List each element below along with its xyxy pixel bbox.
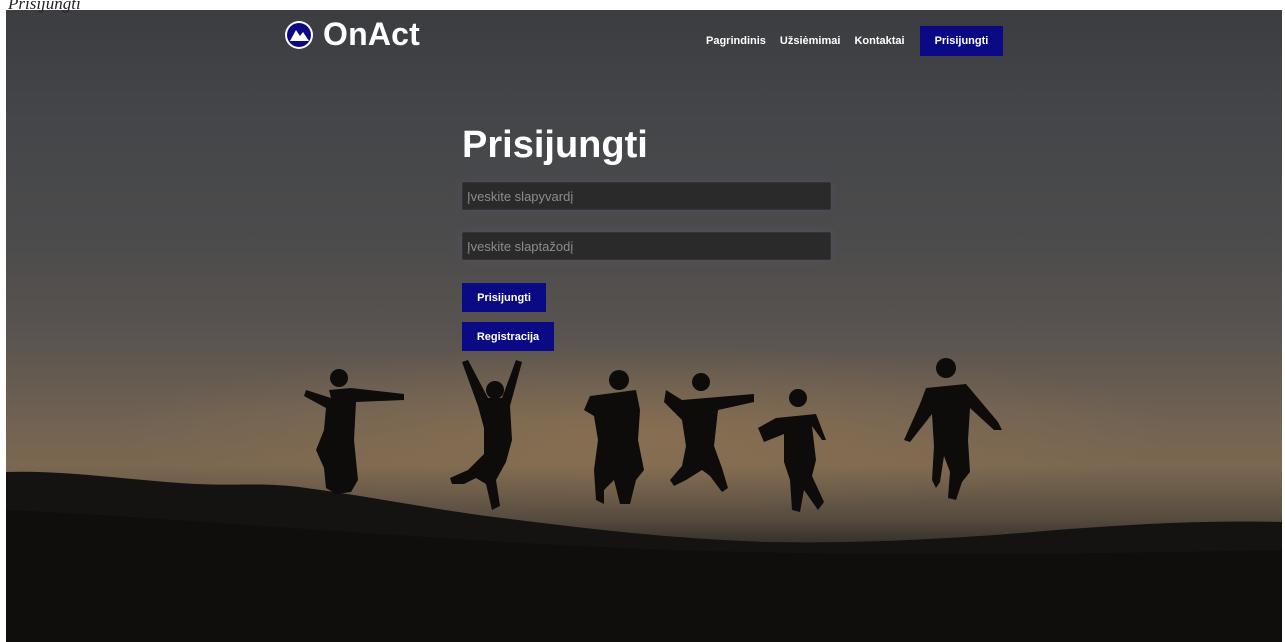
username-input[interactable] xyxy=(462,182,831,210)
login-title: Prisijungti xyxy=(462,124,648,166)
password-input[interactable] xyxy=(462,232,831,260)
mountain-circle-icon xyxy=(285,20,313,49)
login-button[interactable]: Prisijungti xyxy=(462,283,546,312)
main-nav: Pagrindinis Užsiėmimai Kontaktai Prisiju… xyxy=(699,26,1004,56)
nav-item-kontaktai[interactable]: Kontaktai xyxy=(847,26,911,56)
nav-item-uzsiemimai[interactable]: Užsiėmimai xyxy=(773,26,848,56)
register-button[interactable]: Registracija xyxy=(462,322,554,351)
hero-background: OnAct Pagrindinis Užsiėmimai Kontaktai P… xyxy=(6,10,1282,642)
jumping-people-silhouette xyxy=(304,358,1002,512)
brand-name: OnAct xyxy=(323,16,420,52)
nav-item-pagrindinis[interactable]: Pagrindinis xyxy=(699,26,773,56)
nav-login-button[interactable]: Prisijungti xyxy=(919,26,1004,56)
page-caption: Prisijungti xyxy=(8,0,81,13)
brand-logo[interactable]: OnAct xyxy=(283,16,420,53)
